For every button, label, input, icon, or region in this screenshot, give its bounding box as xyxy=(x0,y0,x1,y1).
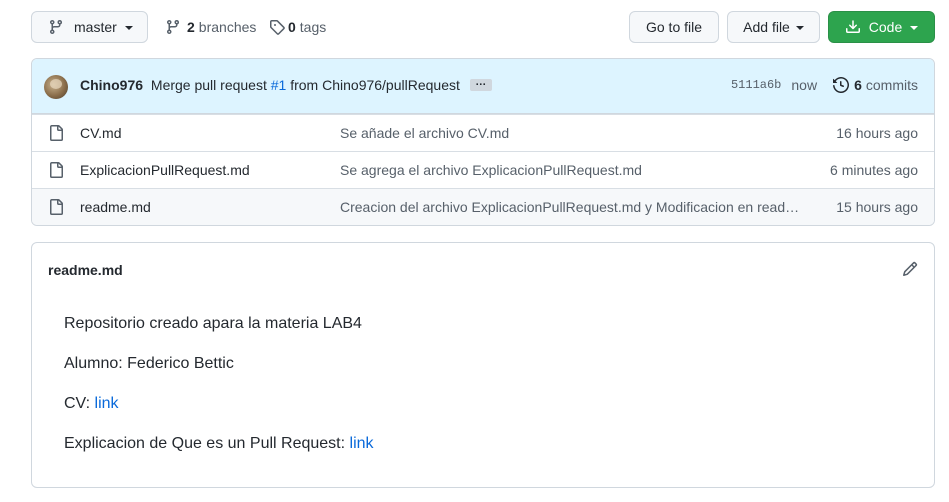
go-to-file-button[interactable]: Go to file xyxy=(629,11,719,43)
commits-label: commits xyxy=(865,77,918,93)
tags-label: tags xyxy=(299,19,327,35)
file-commit-message[interactable]: Creacion del archivo ExplicacionPullRequ… xyxy=(340,199,802,215)
branches-label: branches xyxy=(198,19,257,35)
branch-name: master xyxy=(74,19,117,35)
history-icon xyxy=(833,77,850,93)
commit-time: now xyxy=(791,77,818,93)
file-row[interactable]: readme.md Creacion del archivo Explicaci… xyxy=(32,188,934,225)
file-name[interactable]: readme.md xyxy=(80,199,151,215)
file-commit-message[interactable]: Se agrega el archivo ExplicacionPullRequ… xyxy=(340,162,802,178)
commit-sha[interactable]: 5111a6b xyxy=(731,78,781,92)
pull-request-explanation-link[interactable]: link xyxy=(350,435,374,452)
cv-link[interactable]: link xyxy=(95,395,119,412)
git-branch-icon xyxy=(48,19,64,35)
file-browser: Chino976 Merge pull request #1 from Chin… xyxy=(31,58,935,226)
file-commit-message[interactable]: Se añade el archivo CV.md xyxy=(340,125,802,141)
commits-count: 6 xyxy=(854,77,862,93)
tags-link[interactable]: 0 tags xyxy=(269,11,326,43)
readme-title[interactable]: readme.md xyxy=(48,262,123,278)
cv-label: CV: xyxy=(64,395,91,412)
readme-line: Alumno: Federico Bettic xyxy=(64,355,234,372)
branch-select-button[interactable]: master xyxy=(31,11,148,43)
chevron-down-icon xyxy=(795,25,804,30)
add-file-label: Add file xyxy=(743,19,790,35)
readme-content: Repositorio creado apara la materia LAB4… xyxy=(64,315,374,475)
readme-panel: readme.md Repositorio creado apara la ma… xyxy=(31,242,935,488)
file-commit-time: 16 hours ago xyxy=(836,125,918,141)
download-icon xyxy=(845,19,861,35)
add-file-button[interactable]: Add file xyxy=(727,11,820,43)
file-row[interactable]: CV.md Se añade el archivo CV.md 16 hours… xyxy=(32,114,934,151)
chevron-down-icon xyxy=(124,25,133,30)
pull-request-link[interactable]: #1 xyxy=(271,77,287,93)
file-name[interactable]: ExplicacionPullRequest.md xyxy=(80,162,250,178)
branches-count: 2 xyxy=(187,19,195,35)
file-name[interactable]: CV.md xyxy=(80,125,122,141)
readme-line: CV: link xyxy=(64,395,374,435)
file-icon xyxy=(48,125,64,141)
pencil-icon[interactable] xyxy=(902,261,918,277)
file-row[interactable]: ExplicacionPullRequest.md Se agrega el a… xyxy=(32,151,934,188)
file-commit-time: 15 hours ago xyxy=(836,199,918,215)
code-label: Code xyxy=(868,19,903,35)
git-branch-icon xyxy=(165,19,181,35)
commit-meta: 5111a6b now 6 commits xyxy=(731,77,918,93)
commit-summary: Chino976 Merge pull request #1 from Chin… xyxy=(80,77,492,93)
expand-commit-button[interactable]: … xyxy=(469,77,492,92)
branches-link[interactable]: 2 branches xyxy=(165,11,256,43)
commit-message-prefix[interactable]: Merge pull request xyxy=(151,77,267,93)
file-icon xyxy=(48,162,64,178)
avatar[interactable] xyxy=(44,75,68,99)
pull-request-explanation-label: Explicacion de Que es un Pull Request: xyxy=(64,435,346,452)
tag-icon xyxy=(269,19,285,35)
commits-history-link[interactable]: 6 commits xyxy=(833,77,918,93)
repo-toolbar: master 2 branches 0 tags Go to file Add … xyxy=(31,11,935,43)
latest-commit-bar: Chino976 Merge pull request #1 from Chin… xyxy=(32,59,934,114)
readme-line: Repositorio creado apara la materia LAB4 xyxy=(64,315,362,332)
file-icon xyxy=(48,199,64,215)
readme-line: Explicacion de Que es un Pull Request: l… xyxy=(64,435,374,475)
code-button[interactable]: Code xyxy=(828,11,935,43)
commit-author[interactable]: Chino976 xyxy=(80,77,143,93)
chevron-down-icon xyxy=(910,25,919,30)
tags-count: 0 xyxy=(288,19,296,35)
commit-message-suffix[interactable]: from Chino976/pullRequest xyxy=(290,77,460,93)
file-commit-time: 6 minutes ago xyxy=(830,162,918,178)
